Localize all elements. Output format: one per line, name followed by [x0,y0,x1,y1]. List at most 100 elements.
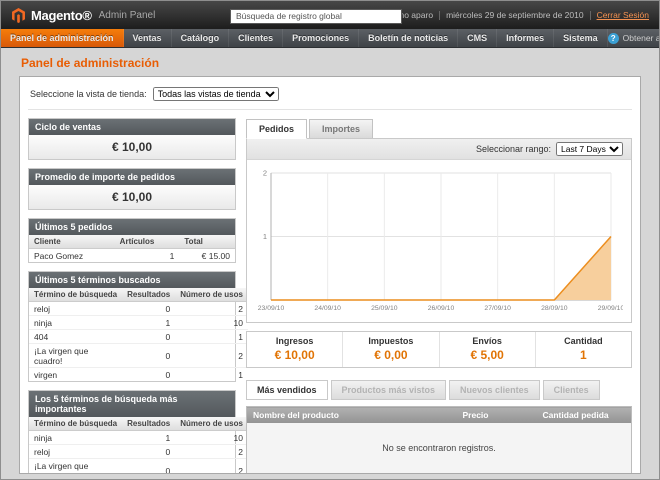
cell-results: 0 [122,302,175,316]
nav-item-dashboard[interactable]: Panel de administración [1,29,124,47]
cell-results: 0 [122,445,175,459]
table-row[interactable]: reloj 0 2 [29,445,248,459]
svg-text:26/09/10: 26/09/10 [428,305,455,312]
magento-logo: Magento® Admin Panel [11,8,155,23]
table-row[interactable]: virgen 0 1 [29,368,248,382]
cell-uses: 2 [175,459,248,475]
tab-clientes[interactable]: Clientes [543,380,600,400]
grid-empty-message: No se encontraron registros. [247,423,632,474]
svg-text:2: 2 [263,169,267,178]
stat-value: 1 [538,348,629,362]
help-link[interactable]: ? Obtener ayuda para esta página [608,29,660,47]
svg-text:27/09/10: 27/09/10 [484,305,511,312]
top-header: Magento® Admin Panel Accedió como aparo … [1,1,659,29]
top-search-terms-box: Los 5 términos de búsqueda más important… [28,390,236,474]
tab-pedidos[interactable]: Pedidos [246,119,307,139]
nav-item-cms[interactable]: CMS [458,29,497,47]
cell-uses: 2 [175,445,248,459]
magento-logo-icon [11,8,26,23]
main-nav: Panel de administración Ventas Catálogo … [1,29,659,48]
table-row[interactable]: ninja 1 10 [29,431,248,445]
table-row[interactable]: ninja 1 10 [29,316,248,330]
totals-row: Ingresos € 10,00 Impuestos € 0,00 Envíos… [246,331,632,368]
cell-results: 1 [122,431,175,445]
column-header: Número de usos [175,417,248,431]
bestsellers-grid: Nombre del producto Precio Cantidad pedi… [246,406,632,474]
date-text: miércoles 29 de septiembre de 2010 [446,10,584,20]
range-selector-row: Seleccionar rango: Last 7 Days [247,139,631,160]
svg-text:24/09/10: 24/09/10 [314,305,341,312]
cell-results: 0 [122,368,175,382]
orders-chart: 1 2 23/09/10 24/09/10 25/09/10 26/09/10 27/09/… [251,165,623,315]
stat-label: Impuestos [345,336,436,346]
store-view-select[interactable]: Todas las vistas de tienda [153,87,279,101]
nav-item-promociones[interactable]: Promociones [283,29,359,47]
cell-term: ninja [29,431,122,445]
logout-link[interactable]: Cerrar Sesión [597,10,649,20]
products-tabs: Más vendidos Productos más vistos Nuevos… [246,380,632,400]
nav-item-boletin[interactable]: Boletín de noticias [359,29,458,47]
svg-text:23/09/10: 23/09/10 [258,305,285,312]
cell-term: ninja [29,316,122,330]
column-header: Total [179,235,235,249]
global-search [230,6,402,24]
column-header: Cantidad pedida [537,407,632,424]
cell-term: reloj [29,445,122,459]
tab-productos-mas-vistos[interactable]: Productos más vistos [331,380,447,400]
last-orders-table: Cliente Artículos Total Paco Gomez 1 € 1… [29,235,235,262]
help-label: Obtener ayuda para esta página [623,33,660,43]
store-view-label: Seleccione la vista de tienda: [30,89,147,99]
table-row[interactable]: 404 0 1 [29,330,248,344]
lifetime-sales-box: Ciclo de ventas € 10,00 [28,118,236,160]
chart-tabs: Pedidos Importes [246,118,632,138]
global-search-input[interactable] [230,9,402,24]
cell-term: ¡La virgen que cuadro! [29,344,122,368]
page-title: Panel de administración [21,56,659,70]
stat-label: Cantidad [538,336,629,346]
nav-item-ventas[interactable]: Ventas [124,29,172,47]
tab-mas-vendidos[interactable]: Más vendidos [246,380,328,400]
table-row[interactable]: reloj 0 2 [29,302,248,316]
table-row[interactable]: ¡La virgen que cuadro! 0 2 [29,459,248,475]
average-orders-box: Promedio de importe de pedidos € 10,00 [28,168,236,210]
stat-value: € 0,00 [345,348,436,362]
stat-value: € 10,00 [249,348,340,362]
nav-item-catalogo[interactable]: Catálogo [172,29,230,47]
table-row[interactable]: ¡La virgen que cuadro! 0 2 [29,344,248,368]
svg-text:28/09/10: 28/09/10 [541,305,568,312]
lifetime-sales-value: € 10,00 [29,135,235,159]
cell-term: reloj [29,302,122,316]
help-icon: ? [608,33,619,44]
lifetime-sales-title: Ciclo de ventas [29,119,235,135]
store-view-row: Seleccione la vista de tienda: Todas las… [28,85,632,110]
nav-item-sistema[interactable]: Sistema [554,29,608,47]
range-select[interactable]: Last 7 Days [556,142,623,156]
top-search-terms-title: Los 5 términos de búsqueda más important… [29,391,235,417]
table-row[interactable]: Paco Gomez 1 € 15.00 [29,249,235,263]
svg-text:1: 1 [263,232,267,241]
cell-term: virgen [29,368,122,382]
cell-uses: 2 [175,302,248,316]
logo-title: Magento® [31,8,92,23]
column-header: Resultados [122,417,175,431]
last-search-terms-box: Últimos 5 términos buscados Término de b… [28,271,236,382]
cell-items: 1 [115,249,180,263]
orders-chart-box: Seleccionar rango: Last 7 Days 1 2 23/09/1… [246,138,632,323]
cell-results: 0 [122,459,175,475]
cell-results: 0 [122,330,175,344]
column-header: Cliente [29,235,115,249]
dashboard-panel: Seleccione la vista de tienda: Todas las… [19,76,641,474]
nav-item-informes[interactable]: Informes [497,29,554,47]
cell-uses: 1 [175,368,248,382]
cell-customer: Paco Gomez [29,249,115,263]
last-search-terms-table: Término de búsqueda Resultados Número de… [29,288,248,381]
average-orders-title: Promedio de importe de pedidos [29,169,235,185]
cell-results: 1 [122,316,175,330]
nav-item-clientes[interactable]: Clientes [229,29,283,47]
column-header: Precio [457,407,537,424]
column-header: Número de usos [175,288,248,302]
tab-importes[interactable]: Importes [309,119,373,139]
column-header: Nombre del producto [247,407,457,424]
tab-nuevos-clientes[interactable]: Nuevos clientes [449,380,540,400]
svg-text:25/09/10: 25/09/10 [371,305,398,312]
